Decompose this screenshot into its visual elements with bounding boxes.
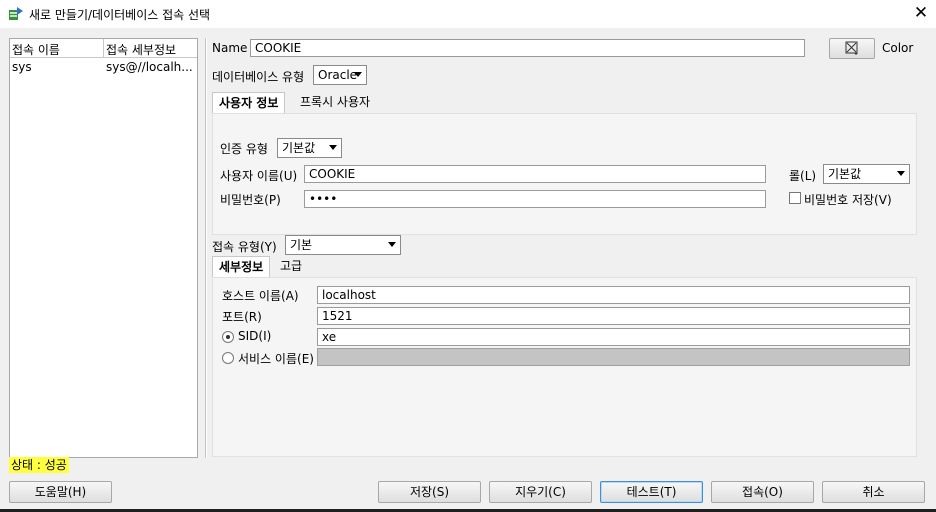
conn-type-select[interactable]: 기본 bbox=[285, 235, 401, 255]
chevron-down-icon bbox=[329, 145, 337, 150]
column-header-details[interactable]: 접속 세부정보 bbox=[106, 41, 176, 58]
password-label: 비밀번호(P) bbox=[220, 193, 281, 207]
service-name-label: 서비스 이름(E) bbox=[238, 352, 314, 366]
save-button[interactable]: 저장(S) bbox=[378, 481, 481, 503]
save-password-label: 비밀번호 저장(V) bbox=[804, 193, 892, 207]
connection-name: sys bbox=[12, 60, 32, 74]
host-field[interactable]: localhost bbox=[317, 286, 910, 304]
window-title: 새로 만들기/데이터베이스 접속 선택 bbox=[29, 8, 211, 22]
sid-radio[interactable] bbox=[222, 331, 234, 343]
db-type-value: Oracle bbox=[318, 68, 358, 82]
sid-label: SID(I) bbox=[238, 329, 272, 343]
connect-button[interactable]: 접속(O) bbox=[711, 481, 814, 503]
chevron-down-icon bbox=[897, 171, 905, 176]
clear-button[interactable]: 지우기(C) bbox=[489, 481, 592, 503]
db-type-select[interactable]: Oracle bbox=[313, 65, 367, 85]
splitter[interactable] bbox=[205, 38, 207, 458]
color-picker-icon bbox=[845, 41, 858, 55]
auth-type-value: 기본값 bbox=[282, 141, 316, 155]
service-name-radio[interactable] bbox=[222, 352, 234, 364]
tab-details[interactable]: 세부정보 bbox=[212, 256, 271, 278]
name-field[interactable]: COOKIE bbox=[250, 39, 805, 57]
test-button[interactable]: 테스트(T) bbox=[600, 481, 703, 503]
port-field[interactable]: 1521 bbox=[317, 307, 910, 325]
connection-list-header: 접속 이름 접속 세부정보 bbox=[10, 39, 197, 58]
close-icon[interactable]: ✕ bbox=[912, 4, 930, 22]
tab-proxy-user[interactable]: 프록시 사용자 bbox=[294, 92, 376, 114]
auth-type-label: 인증 유형 bbox=[220, 142, 268, 156]
password-field[interactable]: •••• bbox=[304, 190, 766, 208]
name-label: Name bbox=[212, 41, 248, 55]
help-button[interactable]: 도움말(H) bbox=[9, 481, 112, 503]
port-label: 포트(R) bbox=[222, 310, 262, 324]
details-panel bbox=[212, 277, 917, 457]
service-name-field bbox=[317, 348, 910, 366]
username-label: 사용자 이름(U) bbox=[220, 169, 298, 183]
color-button[interactable] bbox=[829, 38, 875, 59]
sid-field[interactable]: xe bbox=[317, 328, 910, 346]
conn-type-label: 접속 유형(Y) bbox=[212, 240, 277, 254]
connection-details: sys@//localh... bbox=[106, 60, 193, 74]
save-password-checkbox[interactable] bbox=[789, 192, 801, 204]
chevron-down-icon bbox=[388, 242, 396, 247]
role-label: 롤(L) bbox=[789, 169, 817, 183]
database-icon bbox=[9, 7, 23, 20]
username-field[interactable]: COOKIE bbox=[304, 165, 766, 183]
auth-type-select[interactable]: 기본값 bbox=[277, 138, 342, 158]
role-value: 기본값 bbox=[828, 167, 862, 181]
column-divider bbox=[103, 39, 104, 58]
role-select[interactable]: 기본값 bbox=[823, 164, 910, 184]
cancel-button[interactable]: 취소 bbox=[822, 481, 925, 503]
chevron-down-icon bbox=[354, 72, 362, 77]
tab-advanced[interactable]: 고급 bbox=[274, 256, 308, 278]
tab-user-info[interactable]: 사용자 정보 bbox=[212, 92, 286, 114]
host-label: 호스트 이름(A) bbox=[222, 289, 299, 303]
conn-type-value: 기본 bbox=[290, 238, 313, 252]
db-type-label: 데이터베이스 유형 bbox=[212, 70, 305, 84]
color-label: Color bbox=[882, 41, 914, 55]
column-header-name[interactable]: 접속 이름 bbox=[12, 41, 60, 58]
status-text: 상태 : 성공 bbox=[9, 457, 69, 473]
connection-list[interactable]: 접속 이름 접속 세부정보 sys sys@//localh... bbox=[9, 38, 198, 458]
